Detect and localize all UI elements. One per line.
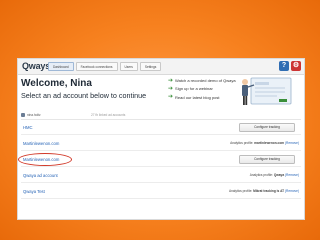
- promo-demo-label: Watch a recorded demo of Qwaya: [175, 78, 236, 83]
- configure-tracking-button[interactable]: Configure tracking: [239, 123, 295, 132]
- account-row[interactable]: Qwaya Test Analytics profile: Mikrat tra…: [21, 185, 301, 199]
- help-icon[interactable]: ?: [279, 61, 289, 71]
- main-tabs: Dashboard Facebook connections Users Set…: [48, 62, 162, 71]
- highlight-circle: [18, 153, 72, 166]
- promo-webinar-label: Sign up for a webinar: [175, 86, 213, 92]
- account-name[interactable]: Qwaya ad account: [23, 173, 58, 178]
- tab-users[interactable]: Users: [119, 62, 138, 71]
- presenter-illustration: [242, 77, 292, 105]
- app-window: Qways Dashboard Facebook connections Use…: [17, 58, 305, 220]
- remove-link[interactable]: (Remove): [284, 173, 299, 177]
- analytics-profile-label: Analytics profile:: [249, 173, 274, 177]
- user-icon: [21, 113, 25, 117]
- promo-blog-label: Read our latest blog post: [175, 94, 220, 100]
- analytics-profile-info: Analytics profile: Mikrat tracking is AT…: [229, 189, 299, 193]
- promo-blog-link[interactable]: ➔ Read our latest blog post: [168, 94, 236, 101]
- tab-dashboard[interactable]: Dashboard: [48, 62, 74, 71]
- tab-settings[interactable]: Settings: [139, 62, 162, 71]
- user-meta: 27 fb linked ad accounts: [91, 113, 126, 117]
- arrow-icon: ➔: [168, 77, 174, 84]
- user-row: nina.holtz 27 fb linked ad accounts: [21, 111, 301, 120]
- account-name[interactable]: Qwaya Test: [23, 189, 45, 194]
- arrow-icon: ➔: [168, 85, 174, 92]
- promo-webinar-link[interactable]: ➔ Sign up for a webinar: [168, 85, 236, 92]
- analytics-profile-info: Analytics profile: Qwaya (Remove): [250, 173, 299, 177]
- analytics-profile-value: martinlewenon.com: [254, 141, 285, 145]
- user-name: nina.holtz: [27, 113, 41, 117]
- welcome-subtitle: Select an ad account below to continue: [21, 91, 147, 100]
- analytics-profile-value: Mikrat tracking is AT: [253, 189, 285, 193]
- account-name[interactable]: Martinlewenon.com: [23, 141, 59, 146]
- account-row[interactable]: Qwaya ad account Analytics profile: Qway…: [21, 169, 301, 183]
- configure-tracking-button[interactable]: Configure tracking: [239, 155, 295, 164]
- account-name[interactable]: HMC: [23, 125, 33, 130]
- remove-link[interactable]: (Remove): [284, 189, 299, 193]
- analytics-profile-label: Analytics profile:: [229, 189, 254, 193]
- gear-icon[interactable]: ⚙: [291, 61, 301, 71]
- qwaya-logo: Qways: [22, 61, 51, 71]
- analytics-profile-label: Analytics profile:: [230, 141, 255, 145]
- account-row[interactable]: Martinlewenon.com Analytics profile: mar…: [21, 137, 301, 151]
- arrow-icon: ➔: [168, 94, 174, 101]
- promo-demo-link[interactable]: ➔ Watch a recorded demo of Qwaya: [168, 77, 236, 84]
- analytics-profile-info: Analytics profile: martinlewenon.com (Re…: [230, 141, 299, 145]
- top-navigation-bar: Qways Dashboard Facebook connections Use…: [18, 59, 304, 75]
- welcome-heading: Welcome, Nina: [21, 78, 92, 89]
- tab-facebook-connections[interactable]: Facebook connections: [75, 62, 118, 71]
- remove-link[interactable]: (Remove): [284, 141, 299, 145]
- account-row[interactable]: HMC Configure tracking: [21, 121, 301, 135]
- topbar-icons: ? ⚙: [279, 61, 301, 71]
- promo-links: ➔ Watch a recorded demo of Qwaya ➔ Sign …: [168, 78, 236, 103]
- analytics-profile-value: Qwaya: [273, 173, 285, 177]
